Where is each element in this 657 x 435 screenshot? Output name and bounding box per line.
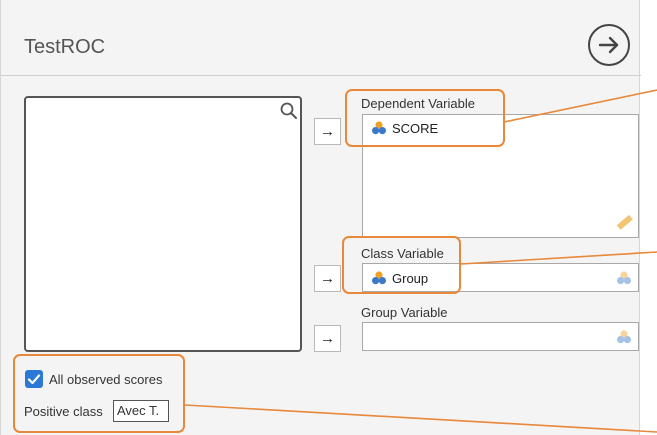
variables-list[interactable] [24, 96, 302, 352]
callout-options [13, 354, 185, 433]
arrow-right-circle-icon [598, 36, 619, 54]
callout-dependent-variable [345, 89, 505, 147]
group-variable-box[interactable] [362, 322, 639, 351]
arrow-right-icon: → [320, 330, 335, 347]
move-to-dependent-button[interactable]: → [314, 118, 341, 145]
group-variable-label: Group Variable [361, 305, 448, 320]
ruler-icon [616, 214, 633, 230]
search-icon[interactable] [280, 102, 297, 119]
nominal-variable-icon [617, 330, 631, 344]
move-to-group-button[interactable]: → [314, 325, 341, 352]
panel-title: TestROC [24, 36, 106, 58]
arrow-right-icon: → [320, 123, 335, 140]
callout-class-variable [342, 236, 461, 294]
panel-header: TestROC [1, 0, 641, 76]
move-to-class-button[interactable]: → [314, 265, 341, 292]
nominal-variable-icon [617, 271, 631, 285]
go-button[interactable] [588, 24, 630, 66]
arrow-right-icon: → [320, 270, 335, 287]
